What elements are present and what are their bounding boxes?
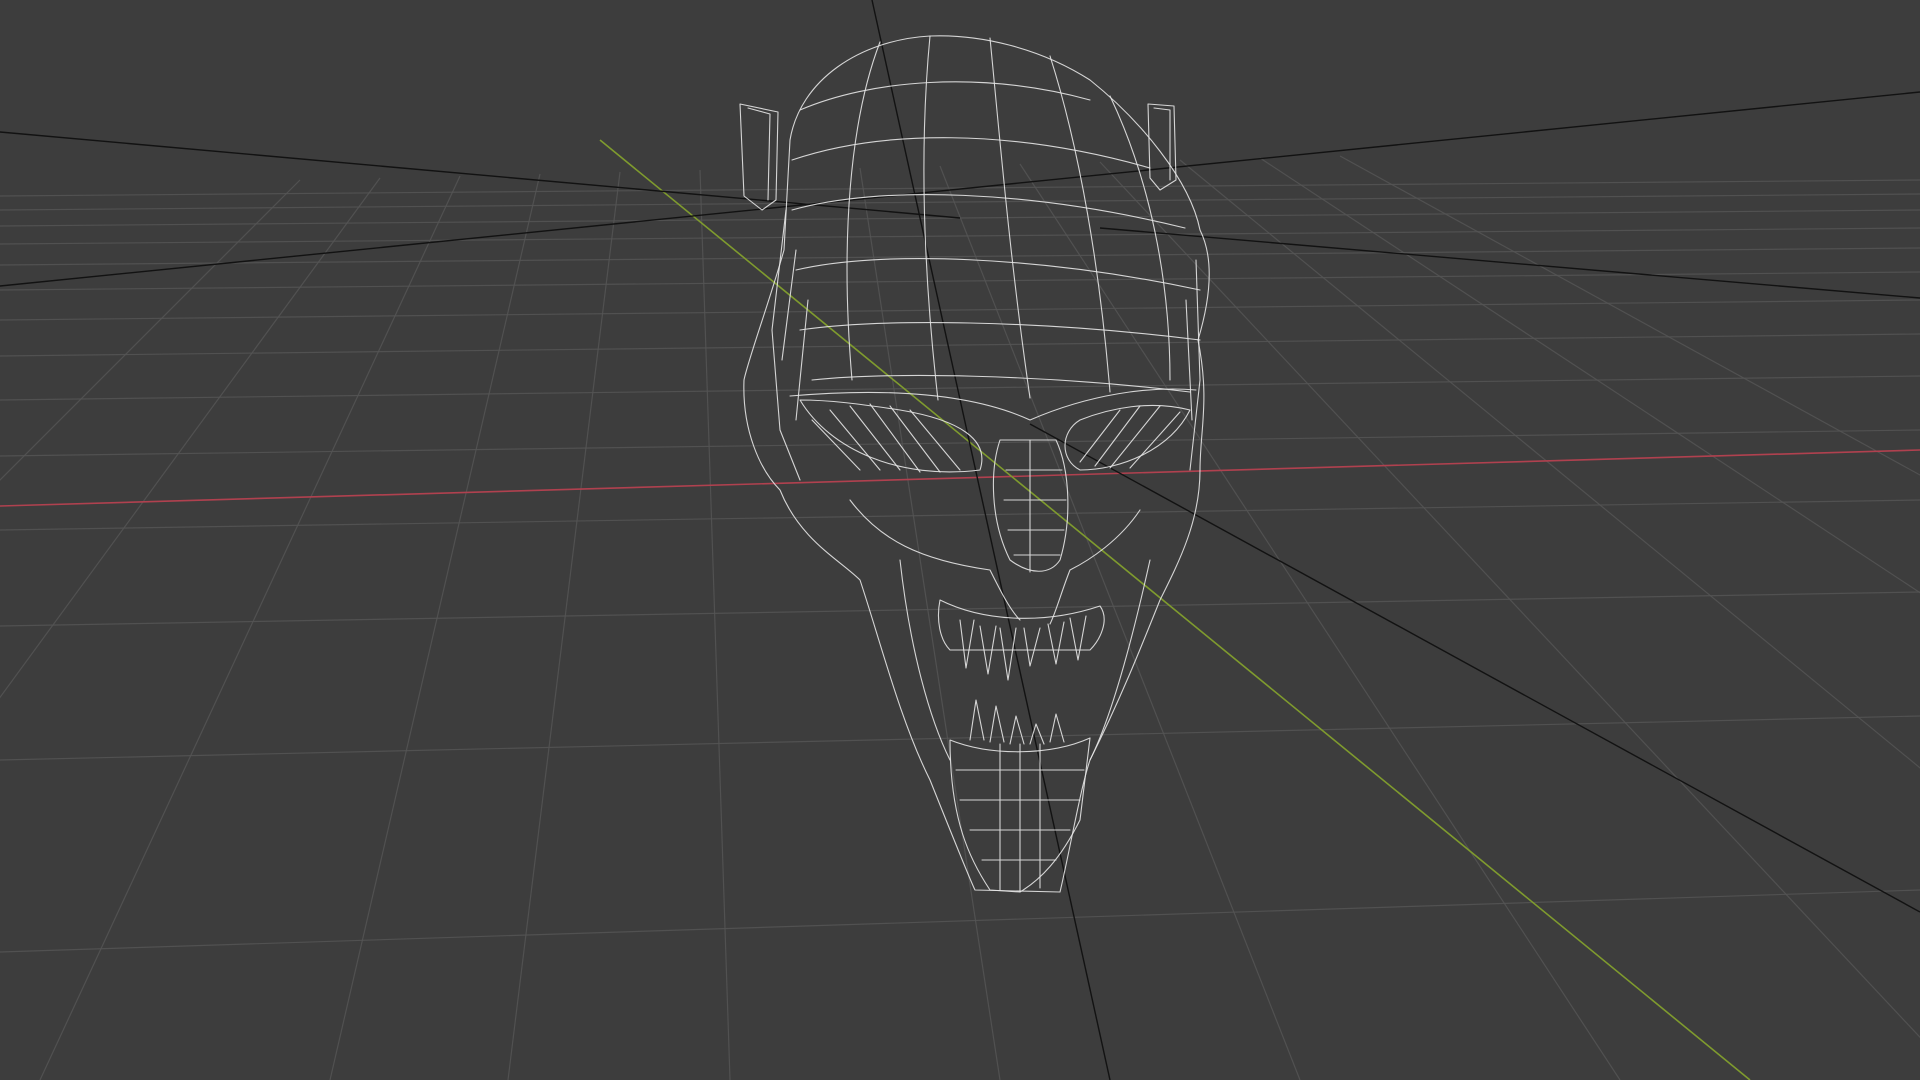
guide-line bbox=[1099, 227, 1920, 299]
guide-lines bbox=[0, 0, 1920, 1080]
grid-line bbox=[1179, 159, 1920, 769]
y-axis-line bbox=[599, 139, 1751, 1080]
grid-line bbox=[1259, 157, 1920, 594]
right-armor bbox=[1185, 259, 1201, 471]
grid-line bbox=[0, 499, 1920, 531]
left-horn bbox=[739, 103, 779, 211]
left-cheek bbox=[849, 499, 1021, 621]
grid-line bbox=[699, 169, 731, 1080]
right-horn bbox=[1147, 103, 1177, 191]
grid-line bbox=[0, 333, 1920, 357]
dome-curve bbox=[799, 322, 1201, 341]
grid-line bbox=[939, 165, 1301, 1080]
grid-line bbox=[329, 173, 541, 1080]
dome-curve bbox=[791, 137, 1151, 169]
viewport-canvas[interactable] bbox=[0, 0, 1920, 1080]
grid-line bbox=[507, 171, 621, 1080]
grid-line bbox=[1099, 161, 1920, 1039]
dome-curve bbox=[1109, 95, 1171, 381]
grid-line bbox=[1019, 163, 1621, 1080]
nose bbox=[992, 439, 1069, 572]
guide-line bbox=[0, 131, 961, 219]
floor-grid bbox=[0, 155, 1920, 1080]
grid-line bbox=[0, 271, 1920, 291]
right-eye-socket bbox=[1064, 405, 1191, 471]
grid-line bbox=[0, 227, 1920, 245]
grid-line bbox=[0, 193, 1920, 211]
left-armor bbox=[771, 209, 809, 481]
x-axis-line bbox=[0, 449, 1920, 507]
dome-curve bbox=[795, 258, 1201, 291]
upper-teeth bbox=[959, 615, 1087, 681]
grid-line bbox=[0, 889, 1920, 953]
brow-ridge bbox=[789, 388, 1197, 421]
3d-viewport[interactable] bbox=[0, 0, 1920, 1080]
skull-outline bbox=[743, 35, 1210, 893]
grid-line bbox=[1339, 155, 1920, 476]
grid-line bbox=[0, 179, 301, 481]
socket-mesh bbox=[811, 403, 961, 473]
grid-line bbox=[0, 179, 1920, 197]
grid-line bbox=[859, 167, 1001, 1080]
dome-curve bbox=[799, 81, 1091, 111]
guide-line bbox=[871, 0, 1111, 1080]
socket-mesh bbox=[1079, 405, 1181, 469]
nose-mesh bbox=[1003, 439, 1067, 573]
grid-line bbox=[0, 177, 381, 699]
guide-line bbox=[1029, 423, 1920, 913]
jaw-strut bbox=[899, 559, 1151, 761]
